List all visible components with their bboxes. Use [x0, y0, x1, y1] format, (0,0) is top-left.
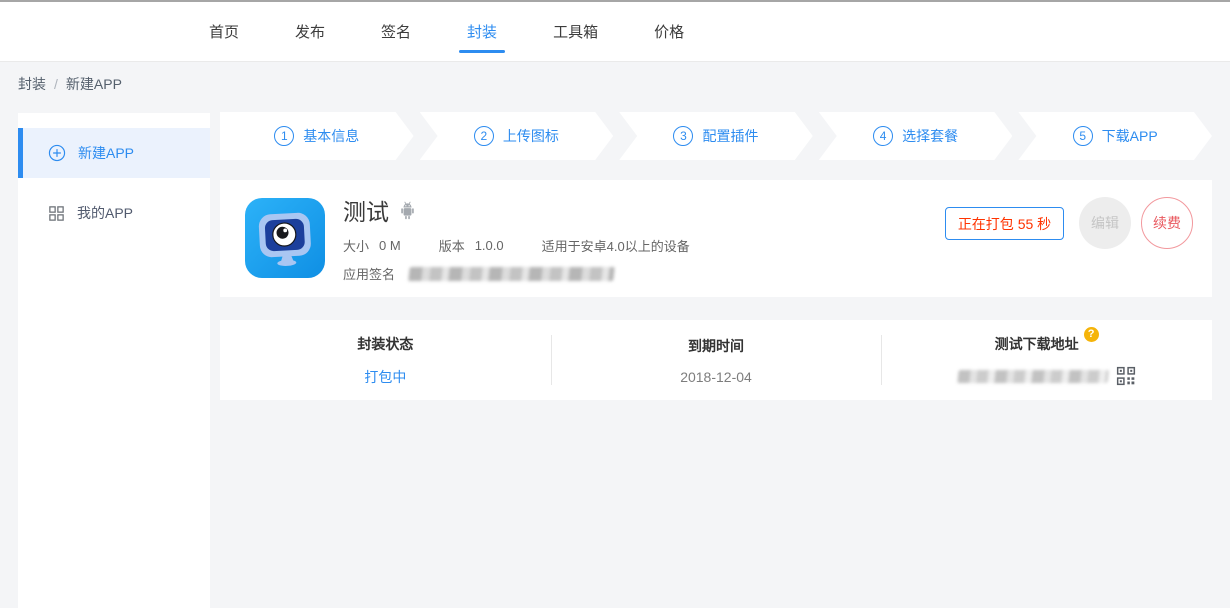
- compatibility-text: 适用于安卓4.0以上的设备: [542, 236, 690, 255]
- app-title: 测试: [343, 193, 389, 227]
- app-card: 测试 大小 0 M 版本 1.0.0 适用于安卓4.: [220, 180, 1212, 297]
- download-url-redacted[interactable]: [957, 370, 1108, 383]
- step-number-badge: 4: [873, 126, 893, 146]
- step-label: 下载APP: [1102, 126, 1158, 146]
- step-number-badge: 3: [673, 126, 693, 146]
- step-label: 上传图标: [503, 126, 559, 146]
- step-configure-plugins[interactable]: 3 配置插件: [619, 112, 813, 160]
- step-upload-icon[interactable]: 2 上传图标: [420, 112, 614, 160]
- status-card: 封装状态 打包中 到期时间 2018-12-04 测试下载地址 ?: [220, 320, 1212, 400]
- step-label: 选择套餐: [902, 126, 958, 146]
- question-badge-icon[interactable]: ?: [1084, 327, 1099, 342]
- version-label: 版本: [439, 236, 465, 255]
- sidebar-item-label: 新建APP: [78, 143, 134, 163]
- qr-code-icon[interactable]: [1116, 366, 1136, 386]
- edit-button[interactable]: 编辑: [1079, 197, 1131, 249]
- step-choose-plan[interactable]: 4 选择套餐: [819, 112, 1013, 160]
- package-status-value: 打包中: [364, 367, 406, 387]
- expiry-date: 2018-12-04: [680, 369, 752, 385]
- download-url-column: 测试下载地址 ?: [881, 320, 1212, 400]
- expiry-column: 到期时间 2018-12-04: [551, 320, 882, 400]
- sidebar-item-new-app[interactable]: 新建APP: [18, 128, 210, 178]
- nav-item-signature[interactable]: 签名: [372, 2, 420, 61]
- plus-circle-icon: [48, 144, 66, 162]
- breadcrumb-section[interactable]: 封装: [18, 74, 46, 94]
- packing-status-button[interactable]: 正在打包 55 秒: [945, 207, 1064, 240]
- sidebar-item-label: 我的APP: [77, 203, 133, 223]
- app-logo: [245, 198, 325, 278]
- sidebar-item-my-app[interactable]: 我的APP: [18, 188, 210, 238]
- step-label: 基本信息: [303, 126, 359, 146]
- nav-item-home[interactable]: 首页: [200, 2, 248, 61]
- nav-item-package[interactable]: 封装: [458, 2, 506, 61]
- signature-label: 应用签名: [343, 264, 395, 283]
- size-label: 大小: [343, 236, 369, 255]
- step-number-badge: 2: [474, 126, 494, 146]
- sidebar: 新建APP 我的APP: [18, 113, 210, 608]
- nav-item-publish[interactable]: 发布: [286, 2, 334, 61]
- breadcrumb-separator: /: [54, 76, 58, 92]
- package-status-column: 封装状态 打包中: [220, 320, 551, 400]
- step-wizard: 1 基本信息 2 上传图标 3 配置插件 4 选择套餐 5 下载APP: [220, 112, 1212, 160]
- step-number-badge: 1: [274, 126, 294, 146]
- download-url-header: 测试下载地址: [995, 334, 1079, 354]
- step-basic-info[interactable]: 1 基本信息: [220, 112, 414, 160]
- signature-row: 应用签名: [343, 264, 690, 283]
- breadcrumb-current: 新建APP: [66, 74, 122, 94]
- step-download-app[interactable]: 5 下载APP: [1018, 112, 1212, 160]
- breadcrumb: 封装 / 新建APP: [18, 74, 122, 94]
- nav-item-pricing[interactable]: 价格: [645, 2, 693, 61]
- app-meta: 大小 0 M 版本 1.0.0 适用于安卓4.0以上的设备: [343, 236, 690, 255]
- step-number-badge: 5: [1073, 126, 1093, 146]
- android-icon: [398, 200, 417, 221]
- step-label: 配置插件: [702, 126, 758, 146]
- nav-item-toolbox[interactable]: 工具箱: [544, 2, 607, 61]
- top-navbar: 首页 发布 签名 封装 工具箱 价格: [0, 2, 1230, 62]
- package-status-header: 封装状态: [357, 334, 413, 354]
- expiry-header: 到期时间: [688, 336, 744, 356]
- version-value: 1.0.0: [475, 238, 504, 253]
- renew-button[interactable]: 续费: [1141, 197, 1193, 249]
- size-value: 0 M: [379, 238, 401, 253]
- grid-icon: [48, 205, 65, 222]
- app-info: 测试 大小 0 M 版本 1.0.0 适用于安卓4.: [343, 193, 690, 283]
- signature-value-redacted: [408, 267, 614, 281]
